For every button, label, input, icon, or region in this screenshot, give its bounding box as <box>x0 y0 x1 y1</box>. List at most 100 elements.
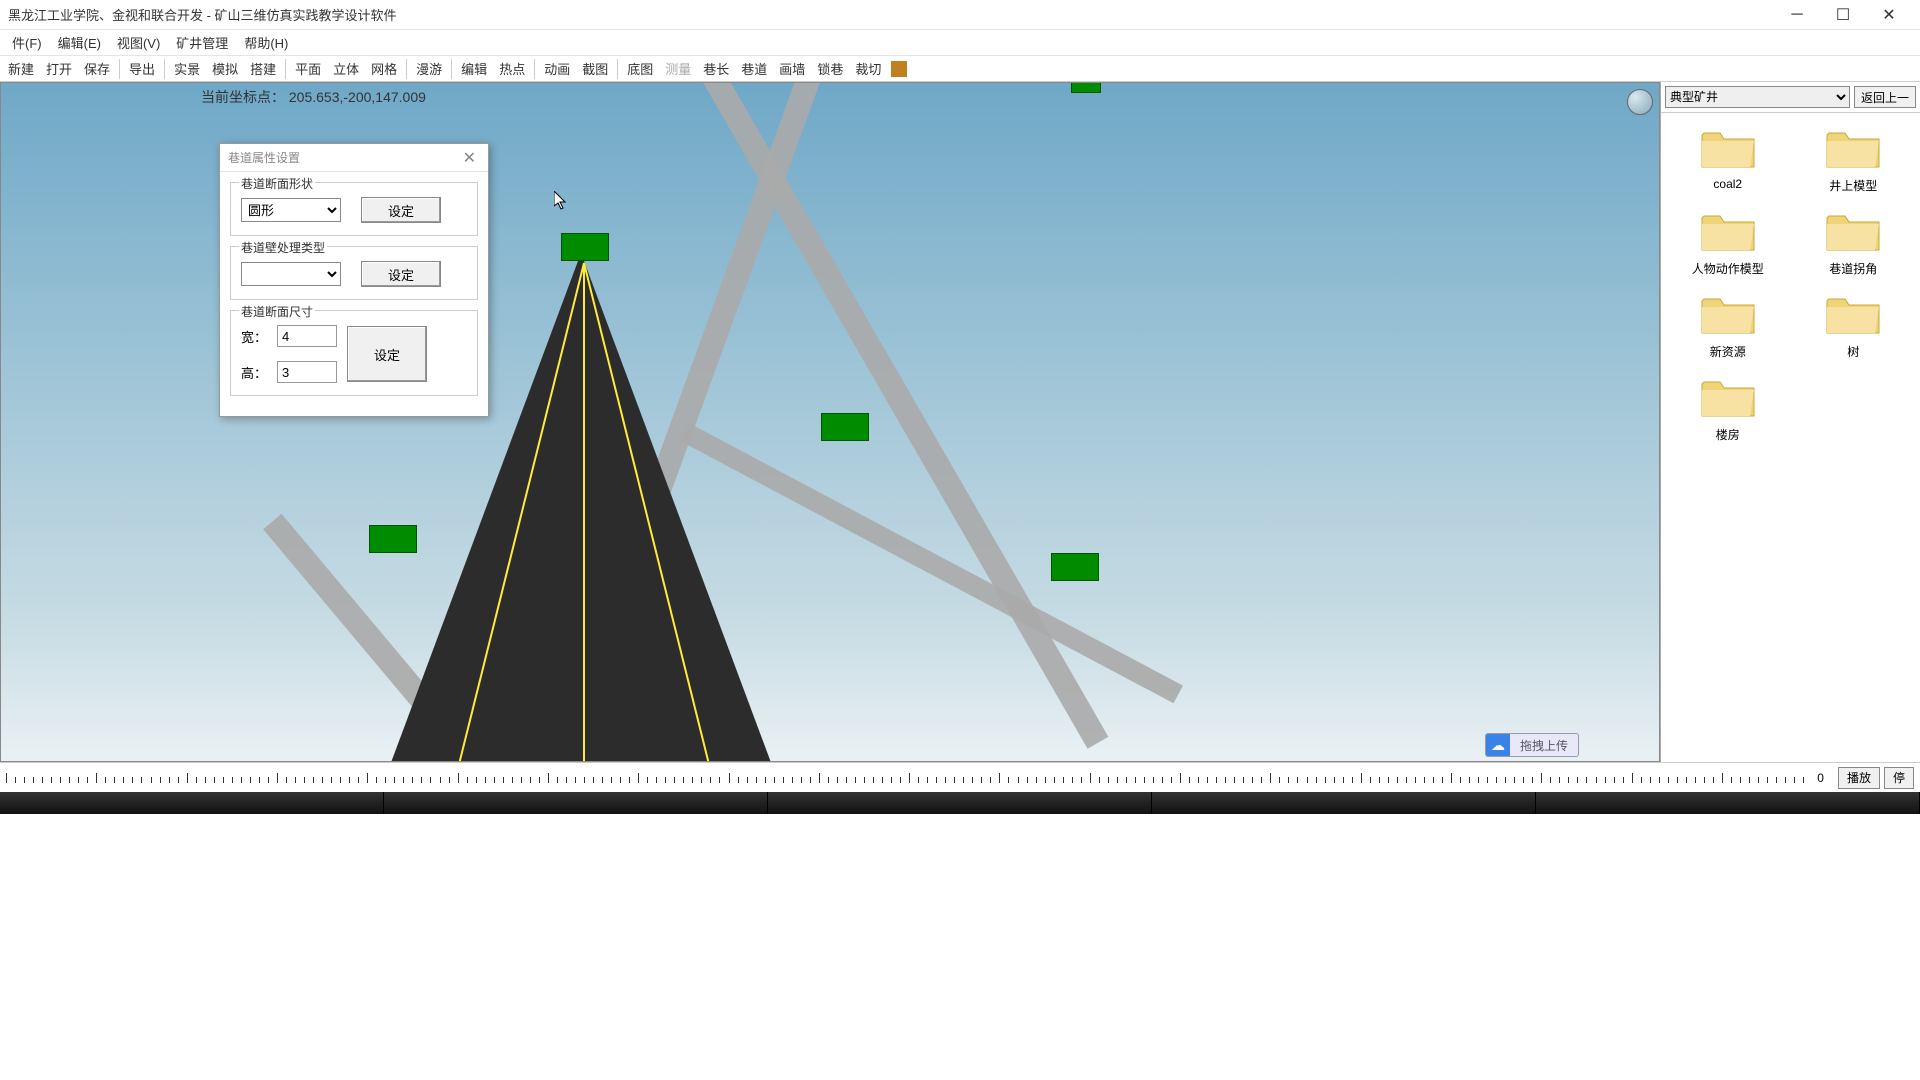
height-input[interactable] <box>277 361 337 383</box>
panel-header: 典型矿井 返回上一 <box>1661 82 1920 113</box>
back-button[interactable]: 返回上一 <box>1854 86 1916 108</box>
folder-item[interactable]: 井上模型 <box>1793 123 1915 198</box>
height-label: 高： <box>241 363 269 382</box>
minimize-button[interactable]: ─ <box>1774 0 1820 30</box>
tool-simulate[interactable]: 模拟 <box>206 57 244 80</box>
tool-scene[interactable]: 实景 <box>168 57 206 80</box>
folder-icon <box>1825 210 1881 254</box>
tool-snapshot[interactable]: 截图 <box>576 57 614 80</box>
tool-misc-icon[interactable] <box>891 61 907 77</box>
dialog-title-text: 巷道属性设置 <box>228 149 459 166</box>
menubar: 件(F) 编辑(E) 视图(V) 矿井管理 帮助(H) <box>0 30 1920 56</box>
separator <box>534 59 535 79</box>
tunnel-properties-dialog: 巷道属性设置 ✕ 巷道断面形状 圆形 设定 巷道壁处理类型 <box>219 143 489 417</box>
wall-combo[interactable] <box>241 262 341 286</box>
status-segment <box>0 792 384 814</box>
separator <box>451 59 452 79</box>
tool-basemap[interactable]: 底图 <box>621 57 659 80</box>
menu-view[interactable]: 视图(V) <box>109 30 168 55</box>
tool-solid[interactable]: 立体 <box>327 57 365 80</box>
dialog-close-icon[interactable]: ✕ <box>459 148 480 168</box>
folder-icon <box>1825 293 1881 337</box>
tool-lock[interactable]: 锁巷 <box>811 57 849 80</box>
tool-measure: 测量 <box>659 57 697 80</box>
folder-label: 巷道拐角 <box>1829 260 1877 277</box>
tool-grid[interactable]: 网格 <box>365 57 403 80</box>
tool-edit[interactable]: 编辑 <box>455 57 493 80</box>
status-segment <box>1536 792 1920 814</box>
set-shape-button[interactable]: 设定 <box>361 197 441 223</box>
folder-label: 人物动作模型 <box>1692 260 1764 277</box>
main-area: 当前坐标点： 205.653,-200,147.009 巷道属性设置 ✕ 巷道断… <box>0 82 1920 762</box>
folder-item[interactable]: 人物动作模型 <box>1667 206 1789 281</box>
globe-icon[interactable] <box>1627 89 1653 115</box>
toolbar: 新建 打开 保存 导出 实景 模拟 搭建 平面 立体 网格 漫游 编辑 热点 动… <box>0 56 1920 82</box>
bottom-bar <box>0 792 1920 814</box>
coord-display: 当前坐标点： 205.653,-200,147.009 <box>201 87 426 107</box>
node-marker[interactable] <box>561 233 609 261</box>
folder-icon <box>1825 127 1881 171</box>
titlebar: 黑龙江工业学院、金视和联合开发 - 矿山三维仿真实践教学设计软件 ─ ☐ ✕ <box>0 0 1920 30</box>
timeline-bar: 0 播放 停 <box>0 762 1920 792</box>
lane-line <box>583 263 585 762</box>
tool-open[interactable]: 打开 <box>40 57 78 80</box>
tool-new[interactable]: 新建 <box>2 57 40 80</box>
folder-item[interactable]: coal2 <box>1667 123 1789 198</box>
group-label: 巷道断面形状 <box>239 175 315 192</box>
node-marker[interactable] <box>1051 553 1099 581</box>
width-input[interactable] <box>277 325 337 347</box>
timeline-value: 0 <box>1817 771 1824 785</box>
cloud-upload-icon: ☁ <box>1486 733 1510 757</box>
folder-label: 新资源 <box>1710 343 1746 360</box>
status-segment <box>1152 792 1536 814</box>
dialog-titlebar[interactable]: 巷道属性设置 ✕ <box>220 144 488 172</box>
set-wall-button[interactable]: 设定 <box>361 261 441 287</box>
node-marker[interactable] <box>369 525 417 553</box>
drag-upload-button[interactable]: ☁ 拖拽上传 <box>1485 733 1579 757</box>
group-wall-treatment: 巷道壁处理类型 设定 <box>230 246 478 300</box>
play-button[interactable]: 播放 <box>1838 767 1880 789</box>
menu-mine[interactable]: 矿井管理 <box>168 30 236 55</box>
tool-export[interactable]: 导出 <box>123 57 161 80</box>
upload-bar: ☁ 拖拽上传 <box>1485 733 1579 757</box>
upload-label: 拖拽上传 <box>1510 737 1578 754</box>
menu-help[interactable]: 帮助(H) <box>236 30 296 55</box>
stop-button[interactable]: 停 <box>1884 767 1914 789</box>
width-label: 宽： <box>241 327 269 346</box>
viewport-3d[interactable]: 当前坐标点： 205.653,-200,147.009 巷道属性设置 ✕ 巷道断… <box>0 82 1660 762</box>
node-marker[interactable] <box>821 413 869 441</box>
window-controls: ─ ☐ ✕ <box>1774 0 1912 30</box>
tool-build[interactable]: 搭建 <box>244 57 282 80</box>
folder-item[interactable]: 楼房 <box>1667 372 1789 447</box>
tool-crop[interactable]: 裁切 <box>849 57 887 80</box>
tool-tunnel[interactable]: 巷道 <box>735 57 773 80</box>
tool-roam[interactable]: 漫游 <box>410 57 448 80</box>
tool-plane[interactable]: 平面 <box>289 57 327 80</box>
folder-item[interactable]: 巷道拐角 <box>1793 206 1915 281</box>
timeline-track[interactable] <box>6 769 1807 787</box>
tool-hotspot[interactable]: 热点 <box>493 57 531 80</box>
tool-anim[interactable]: 动画 <box>538 57 576 80</box>
folder-item[interactable]: 树 <box>1793 289 1915 364</box>
separator <box>285 59 286 79</box>
folder-label: 树 <box>1847 343 1859 360</box>
folder-label: 井上模型 <box>1829 177 1877 194</box>
close-button[interactable]: ✕ <box>1866 0 1912 30</box>
dialog-body: 巷道断面形状 圆形 设定 巷道壁处理类型 设定 <box>220 172 488 416</box>
separator <box>406 59 407 79</box>
separator <box>164 59 165 79</box>
asset-category-combo[interactable]: 典型矿井 <box>1665 86 1850 108</box>
status-segment <box>768 792 1152 814</box>
node-marker[interactable] <box>1071 82 1101 93</box>
set-dimension-button[interactable]: 设定 <box>347 326 427 382</box>
folder-item[interactable]: 新资源 <box>1667 289 1789 364</box>
tool-length[interactable]: 巷长 <box>697 57 735 80</box>
shape-combo[interactable]: 圆形 <box>241 198 341 222</box>
folder-label: coal2 <box>1713 177 1742 191</box>
tool-wall[interactable]: 画墙 <box>773 57 811 80</box>
tool-save[interactable]: 保存 <box>78 57 116 80</box>
app-title: 黑龙江工业学院、金视和联合开发 - 矿山三维仿真实践教学设计软件 <box>8 5 1774 24</box>
menu-edit[interactable]: 编辑(E) <box>50 30 109 55</box>
maximize-button[interactable]: ☐ <box>1820 0 1866 30</box>
menu-file[interactable]: 件(F) <box>4 30 50 55</box>
